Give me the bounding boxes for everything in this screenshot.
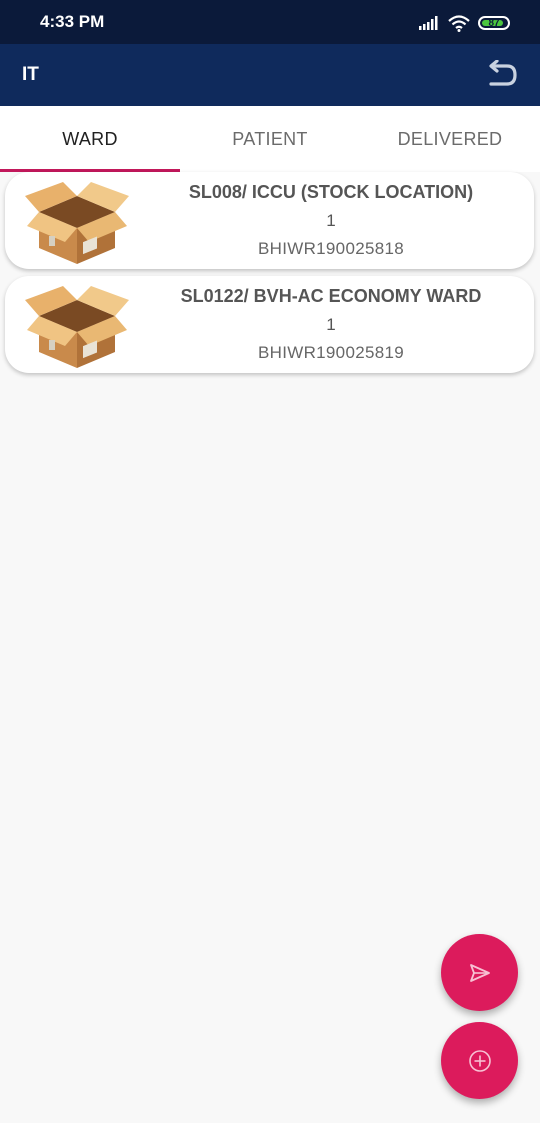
undo-arrow-icon bbox=[489, 60, 517, 86]
tab-patient[interactable]: PATIENT bbox=[180, 106, 360, 172]
battery-text: 87 bbox=[488, 17, 500, 29]
status-icons: 87 bbox=[418, 13, 510, 33]
item-title: SL0122/ BVH-AC ECONOMY WARD bbox=[180, 286, 482, 306]
list-item[interactable]: SL0122/ BVH-AC ECONOMY WARD 1 BHIWR19002… bbox=[5, 276, 534, 373]
battery-icon: 87 bbox=[478, 16, 510, 30]
status-time: 4:33 PM bbox=[40, 12, 105, 31]
item-code: BHIWR190025819 bbox=[258, 343, 404, 362]
list-item-text: SL0122/ BVH-AC ECONOMY WARD 1 BHIWR19002… bbox=[140, 276, 522, 373]
open-box-icon bbox=[25, 286, 129, 368]
send-icon bbox=[469, 963, 490, 982]
tab-delivered[interactable]: DELIVERED bbox=[360, 106, 540, 172]
tab-ward[interactable]: WARD bbox=[0, 106, 180, 172]
add-circle-icon bbox=[468, 1049, 491, 1072]
status-bar: 4:33 PM 87 bbox=[0, 0, 540, 44]
add-button[interactable] bbox=[441, 1022, 518, 1099]
signal-icon bbox=[419, 16, 438, 30]
item-quantity: 1 bbox=[326, 211, 336, 230]
item-title: SL008/ ICCU (STOCK LOCATION) bbox=[188, 182, 474, 202]
wifi-icon bbox=[448, 14, 470, 32]
item-quantity: 1 bbox=[326, 315, 336, 334]
tab-bar: WARD PATIENT DELIVERED bbox=[0, 106, 540, 172]
send-button[interactable] bbox=[441, 934, 518, 1011]
tab-label: DELIVERED bbox=[397, 128, 503, 149]
back-button[interactable] bbox=[482, 56, 522, 94]
app-bar: IT bbox=[0, 44, 540, 106]
open-box-icon bbox=[25, 182, 129, 264]
list-item[interactable]: SL008/ ICCU (STOCK LOCATION) 1 BHIWR1900… bbox=[5, 172, 534, 269]
tab-label: PATIENT bbox=[232, 128, 308, 149]
item-code: BHIWR190025818 bbox=[258, 239, 404, 258]
tab-label: WARD bbox=[62, 128, 118, 149]
list-item-text: SL008/ ICCU (STOCK LOCATION) 1 BHIWR1900… bbox=[140, 172, 522, 269]
page-title: IT bbox=[22, 64, 39, 85]
